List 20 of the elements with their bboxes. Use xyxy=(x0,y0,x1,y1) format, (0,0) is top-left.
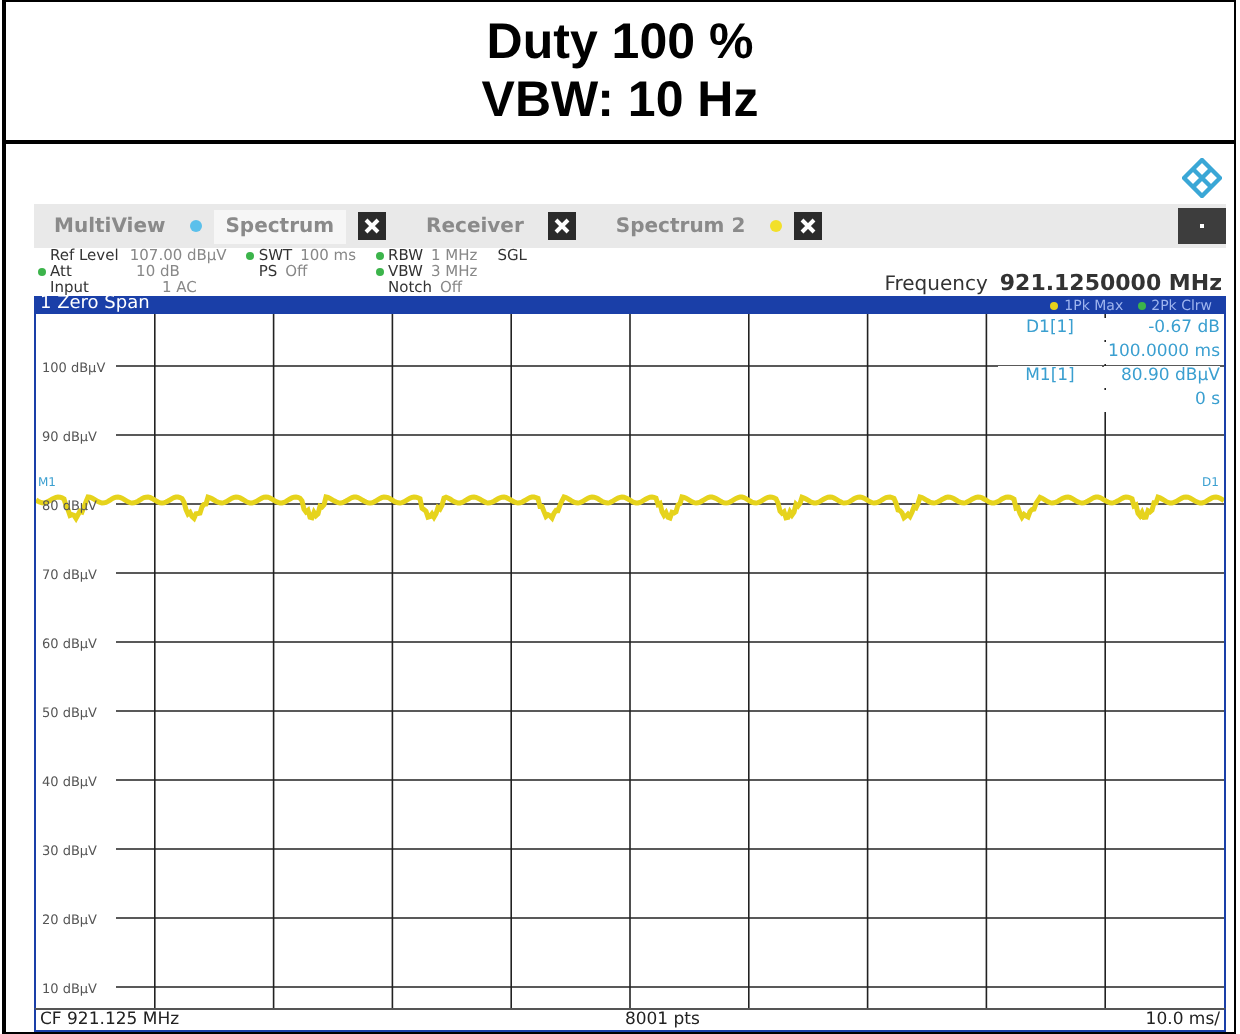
tab[interactable]: MultiView xyxy=(42,209,178,243)
close-icon[interactable] xyxy=(547,212,576,240)
center-frequency: CF 921.125 MHz xyxy=(40,1010,180,1030)
close-icon[interactable] xyxy=(358,212,387,240)
tab[interactable]: Spectrum xyxy=(213,209,347,243)
marker-name: M1[1] xyxy=(998,366,1102,388)
marker-value: 0 s xyxy=(1104,390,1220,412)
heading: Duty 100 % xyxy=(486,13,754,71)
points-count: 8001 pts xyxy=(624,1010,700,1030)
close-icon[interactable] xyxy=(793,212,822,240)
time-scale: 10.0 ms/ xyxy=(1145,1010,1220,1030)
marker-value: 100.0000 ms xyxy=(1104,342,1220,364)
tab[interactable]: Receiver xyxy=(414,209,536,243)
frequency-label: Frequency xyxy=(884,274,988,296)
heading: VBW: 10 Hz xyxy=(481,71,759,129)
frequency-value: 921.1250000 MHz xyxy=(999,270,1222,296)
tab[interactable]: Spectrum 2 xyxy=(603,209,758,243)
marker-value: 80.90 dBµV xyxy=(1104,366,1220,388)
diamond-logo-icon xyxy=(1182,158,1222,198)
marker-value: -0.67 dB xyxy=(1104,318,1220,340)
